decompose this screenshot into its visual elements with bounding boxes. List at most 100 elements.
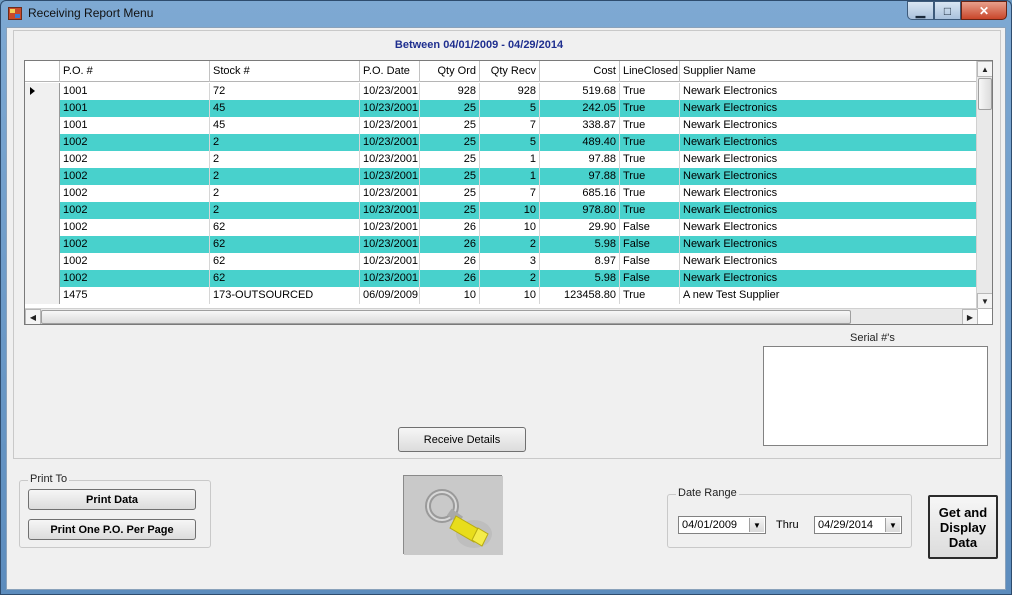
table-cell-date[interactable]: 10/23/2001 <box>360 168 420 185</box>
table-cell-supplier[interactable]: Newark Electronics <box>680 151 980 168</box>
table-row[interactable]: 1002 62 10/23/2001 26 2 5.98 False Newark Elect… <box>25 270 980 287</box>
row-header[interactable] <box>25 287 60 304</box>
table-cell-cost[interactable]: 29.90 <box>540 219 620 236</box>
table-cell-date[interactable]: 10/23/2001 <box>360 151 420 168</box>
table-cell-cost[interactable]: 5.98 <box>540 236 620 253</box>
table-cell-ord[interactable]: 10 <box>420 287 480 304</box>
table-cell-stock[interactable]: 2 <box>210 185 360 202</box>
table-cell-stock[interactable]: 45 <box>210 117 360 134</box>
table-cell-stock[interactable]: 173-OUTSOURCED <box>210 287 360 304</box>
table-cell-cost[interactable]: 123458.80 <box>540 287 620 304</box>
table-cell-recv[interactable]: 3 <box>480 253 540 270</box>
table-cell-closed[interactable]: False <box>620 219 680 236</box>
table-cell-supplier[interactable]: Newark Electronics <box>680 185 980 202</box>
table-cell-date[interactable]: 10/23/2001 <box>360 100 420 117</box>
table-cell-ord[interactable]: 26 <box>420 270 480 287</box>
table-cell-recv[interactable]: 2 <box>480 236 540 253</box>
table-cell-ord[interactable]: 25 <box>420 185 480 202</box>
table-cell-date[interactable]: 06/09/2009 <box>360 287 420 304</box>
row-header[interactable] <box>25 117 60 134</box>
table-cell-supplier[interactable]: Newark Electronics <box>680 236 980 253</box>
horizontal-scroll-thumb[interactable] <box>41 310 851 324</box>
table-cell-po[interactable]: 1002 <box>60 219 210 236</box>
table-cell-cost[interactable]: 8.97 <box>540 253 620 270</box>
scroll-down-icon[interactable]: ▼ <box>977 293 992 309</box>
table-cell-stock[interactable]: 62 <box>210 253 360 270</box>
print-data-button[interactable]: Print Data <box>28 489 196 510</box>
table-row[interactable]: 1002 2 10/23/2001 25 10 978.80 True Newark Elec… <box>25 202 980 219</box>
row-header[interactable] <box>25 236 60 253</box>
minimize-button[interactable]: ▁ <box>907 1 934 20</box>
table-cell-cost[interactable]: 5.98 <box>540 270 620 287</box>
table-cell-po[interactable]: 1475 <box>60 287 210 304</box>
table-cell-po[interactable]: 1002 <box>60 185 210 202</box>
table-cell-date[interactable]: 10/23/2001 <box>360 202 420 219</box>
chevron-down-icon[interactable]: ▼ <box>749 518 764 532</box>
chevron-down-icon[interactable]: ▼ <box>885 518 900 532</box>
column-header-line-closed[interactable]: LineClosed <box>620 61 680 82</box>
table-row[interactable]: 1001 45 10/23/2001 25 5 242.05 True Newark Elec… <box>25 100 980 117</box>
row-header[interactable] <box>25 83 60 100</box>
table-row[interactable]: 1002 62 10/23/2001 26 10 29.90 False Newark Ele… <box>25 219 980 236</box>
table-cell-ord[interactable]: 25 <box>420 168 480 185</box>
row-header[interactable] <box>25 151 60 168</box>
table-cell-po[interactable]: 1002 <box>60 236 210 253</box>
table-cell-stock[interactable]: 2 <box>210 168 360 185</box>
table-cell-stock[interactable]: 45 <box>210 100 360 117</box>
scroll-left-icon[interactable]: ◀ <box>25 309 41 324</box>
row-header[interactable] <box>25 270 60 287</box>
table-cell-stock[interactable]: 62 <box>210 236 360 253</box>
print-one-po-button[interactable]: Print One P.O. Per Page <box>28 519 196 540</box>
table-cell-supplier[interactable]: Newark Electronics <box>680 134 980 151</box>
row-header[interactable] <box>25 100 60 117</box>
table-row[interactable]: 1475 173-OUTSOURCED 06/09/2009 10 10 123458.8… <box>25 287 980 304</box>
receiving-grid[interactable]: P.O. # Stock # P.O. Date Qty Ord Qty Rec… <box>24 60 993 325</box>
table-cell-supplier[interactable]: Newark Electronics <box>680 100 980 117</box>
column-header-stock[interactable]: Stock # <box>210 61 360 82</box>
table-cell-recv[interactable]: 10 <box>480 219 540 236</box>
serial-list[interactable] <box>763 346 988 446</box>
table-cell-po[interactable]: 1002 <box>60 202 210 219</box>
table-row[interactable]: 1002 62 10/23/2001 26 3 8.97 False Newark Elect… <box>25 253 980 270</box>
table-cell-supplier[interactable]: A new Test Supplier <box>680 287 980 304</box>
table-cell-ord[interactable]: 25 <box>420 100 480 117</box>
table-row[interactable]: 1002 2 10/23/2001 25 5 489.40 True Newark Elect… <box>25 134 980 151</box>
column-header-po-date[interactable]: P.O. Date <box>360 61 420 82</box>
table-row[interactable]: 1001 45 10/23/2001 25 7 338.87 True Newark Elec… <box>25 117 980 134</box>
table-cell-po[interactable]: 1001 <box>60 117 210 134</box>
table-cell-closed[interactable]: True <box>620 100 680 117</box>
table-cell-po[interactable]: 1002 <box>60 270 210 287</box>
table-row[interactable]: 1002 2 10/23/2001 25 7 685.16 True Newark Elect… <box>25 185 980 202</box>
table-cell-stock[interactable]: 62 <box>210 219 360 236</box>
table-cell-po[interactable]: 1002 <box>60 151 210 168</box>
table-cell-ord[interactable]: 25 <box>420 134 480 151</box>
table-cell-date[interactable]: 10/23/2001 <box>360 83 420 100</box>
table-cell-stock[interactable]: 2 <box>210 202 360 219</box>
table-cell-supplier[interactable]: Newark Electronics <box>680 270 980 287</box>
table-cell-recv[interactable]: 7 <box>480 117 540 134</box>
table-cell-supplier[interactable]: Newark Electronics <box>680 117 980 134</box>
table-cell-po[interactable]: 1001 <box>60 100 210 117</box>
table-cell-supplier[interactable]: Newark Electronics <box>680 202 980 219</box>
table-cell-po[interactable]: 1002 <box>60 134 210 151</box>
table-cell-supplier[interactable]: Newark Electronics <box>680 219 980 236</box>
row-header[interactable] <box>25 202 60 219</box>
table-cell-supplier[interactable]: Newark Electronics <box>680 253 980 270</box>
horizontal-scrollbar[interactable]: ◀ ▶ <box>25 308 978 324</box>
table-cell-closed[interactable]: True <box>620 117 680 134</box>
table-cell-recv[interactable]: 10 <box>480 287 540 304</box>
receive-details-button[interactable]: Receive Details <box>398 427 526 452</box>
table-cell-cost[interactable]: 242.05 <box>540 100 620 117</box>
table-cell-closed[interactable]: False <box>620 253 680 270</box>
title-bar[interactable]: Receiving Report Menu ▁ □ ✕ <box>1 1 1011 27</box>
table-cell-cost[interactable]: 338.87 <box>540 117 620 134</box>
scroll-up-icon[interactable]: ▲ <box>977 61 992 77</box>
table-cell-closed[interactable]: True <box>620 168 680 185</box>
get-display-data-button[interactable]: Get and Display Data <box>928 495 998 559</box>
table-cell-closed[interactable]: True <box>620 287 680 304</box>
table-cell-ord[interactable]: 25 <box>420 151 480 168</box>
table-cell-ord[interactable]: 26 <box>420 253 480 270</box>
scroll-right-icon[interactable]: ▶ <box>962 309 978 324</box>
table-cell-cost[interactable]: 685.16 <box>540 185 620 202</box>
table-cell-closed[interactable]: False <box>620 270 680 287</box>
